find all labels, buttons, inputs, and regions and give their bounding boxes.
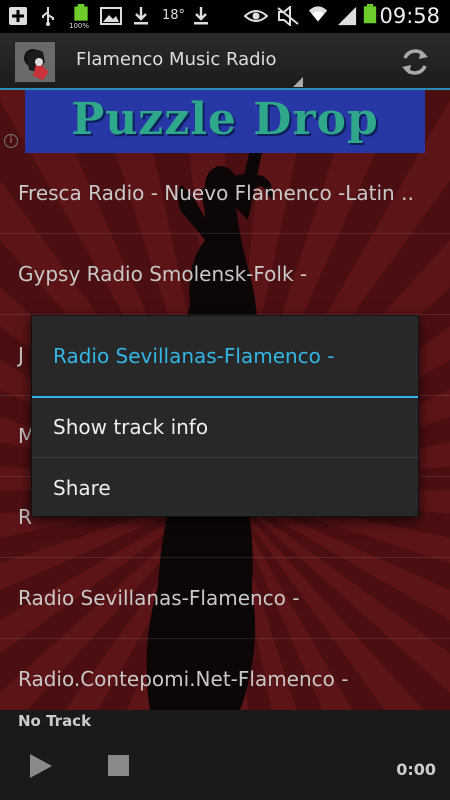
track-name: No Track bbox=[18, 712, 92, 730]
add-icon bbox=[9, 7, 27, 25]
download-icon bbox=[134, 7, 148, 25]
playback-time: 0:00 bbox=[396, 760, 436, 779]
station-label: J bbox=[18, 343, 24, 367]
signal-icon bbox=[337, 6, 357, 26]
menu-item-label: Share bbox=[53, 476, 111, 500]
battery-percent: 100% bbox=[69, 22, 90, 30]
image-icon bbox=[100, 7, 122, 25]
menu-item-label: Show track info bbox=[53, 415, 209, 439]
station-spinner-title[interactable]: Flamenco Music Radio bbox=[76, 49, 277, 70]
ad-info-icon[interactable]: i bbox=[4, 134, 18, 148]
station-row[interactable]: Radio Sevillanas-Flamenco - bbox=[0, 558, 450, 639]
station-label: Radio Sevillanas-Flamenco - bbox=[18, 586, 300, 610]
battery-icon bbox=[363, 4, 377, 24]
refresh-icon[interactable] bbox=[398, 45, 432, 79]
station-row[interactable]: Fresca Radio - Nuevo Flamenco -Latin .. bbox=[0, 153, 450, 234]
station-label: Fresca Radio - Nuevo Flamenco -Latin .. bbox=[18, 181, 414, 205]
show-track-info-item[interactable]: Show track info bbox=[32, 398, 418, 458]
wifi-icon bbox=[308, 6, 328, 22]
station-label: Radio.Contepomi.Net-Flamenco - bbox=[18, 667, 349, 691]
app-icon[interactable] bbox=[14, 41, 56, 83]
battery-icon bbox=[74, 4, 88, 21]
station-row[interactable]: Gypsy Radio Smolensk-Folk - bbox=[0, 234, 450, 315]
share-item[interactable]: Share bbox=[32, 459, 418, 519]
station-label: Gypsy Radio Smolensk-Folk - bbox=[18, 262, 308, 286]
spinner-arrow-icon[interactable] bbox=[293, 77, 303, 87]
eye-icon bbox=[244, 10, 268, 22]
usb-icon bbox=[42, 7, 54, 26]
dialog-title: Radio Sevillanas-Flamenco - bbox=[53, 344, 335, 368]
ad-banner[interactable]: Puzzle Drop bbox=[25, 90, 425, 153]
download-icon bbox=[194, 7, 208, 25]
temperature-label: 18° bbox=[162, 8, 186, 23]
clock: 09:58 bbox=[379, 4, 440, 28]
station-label: R bbox=[18, 505, 32, 529]
stop-icon[interactable] bbox=[108, 755, 129, 776]
mute-icon bbox=[277, 6, 299, 26]
station-row[interactable]: Radio.Contepomi.Net-Flamenco - bbox=[0, 639, 450, 710]
action-bar: Flamenco Music Radio bbox=[0, 33, 450, 90]
ad-text: Puzzle Drop bbox=[71, 94, 379, 145]
play-icon[interactable] bbox=[30, 754, 52, 778]
status-bar: 100% 18° 09:58 bbox=[0, 0, 450, 33]
player-bar: No Track 0:00 bbox=[0, 710, 450, 800]
context-menu-dialog: Radio Sevillanas-Flamenco - Show track i… bbox=[31, 315, 419, 517]
